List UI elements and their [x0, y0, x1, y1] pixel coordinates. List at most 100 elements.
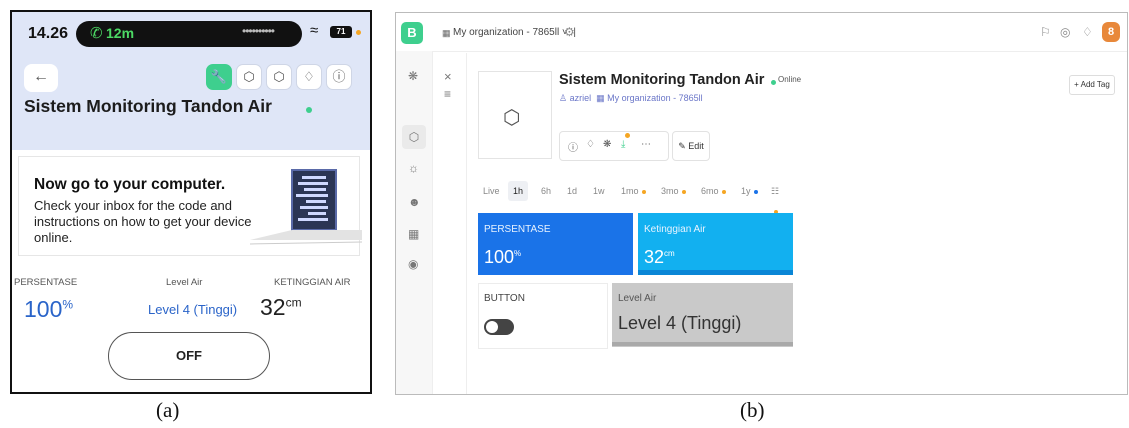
caption-a: (a) — [156, 398, 180, 422]
online-status-dot — [306, 107, 312, 113]
battery-icon: 71 — [330, 26, 352, 38]
range-1w[interactable]: 1w — [588, 181, 610, 201]
range-label: 1w — [593, 186, 605, 196]
ketinggian-unit: cm — [285, 295, 302, 310]
location-icon[interactable]: ◉ — [408, 257, 418, 271]
level-label: Level Air — [166, 277, 203, 288]
range-1h[interactable]: 1h — [508, 181, 529, 201]
bell-icon[interactable]: ♢ — [586, 139, 595, 150]
more-icon[interactable]: ⋯ — [641, 139, 651, 150]
automation-icon[interactable]: ❋ — [603, 139, 611, 150]
automation-icon[interactable]: ❋ — [408, 69, 418, 83]
ketinggian-widget-label: Ketinggian Air — [644, 224, 706, 235]
ketinggian-number: 32 — [260, 294, 286, 320]
ketinggian-widget-number: 32 — [644, 247, 665, 267]
range-1mo[interactable]: 1mo — [616, 181, 651, 201]
range-label: 6h — [541, 186, 552, 196]
back-button[interactable]: ← — [24, 64, 58, 92]
range-1y[interactable]: 1y — [736, 181, 763, 201]
close-icon[interactable]: × — [444, 69, 452, 84]
info-icon[interactable]: ⓘ — [568, 139, 578, 154]
ketinggian-widget-unit: cm — [664, 249, 675, 258]
level-widget-label: Level Air — [618, 293, 657, 304]
owner-org: My organization - 7865ll — [607, 93, 703, 103]
blynk-logo[interactable]: B — [401, 22, 423, 44]
download-icon[interactable]: ⤓ — [621, 139, 625, 150]
persentase-widget-unit: % — [514, 249, 522, 258]
range-dot — [641, 189, 646, 194]
devices-icon[interactable]: ⬡ — [402, 125, 426, 149]
ketinggian-label: KETINGGIAN AIR — [274, 277, 351, 288]
gear-icon[interactable]: ⚙ — [564, 25, 575, 39]
sidebar-rail — [396, 51, 433, 394]
level-widget-strip — [612, 342, 793, 346]
persentase-value: 100% — [24, 296, 73, 323]
range-dot — [721, 189, 726, 194]
bell-icon[interactable]: ♢ — [296, 64, 322, 90]
online-status: Online — [778, 75, 802, 84]
range-3mo[interactable]: 3mo — [656, 181, 691, 201]
notification-dot — [625, 133, 630, 138]
sun-icon[interactable]: ☼ — [408, 161, 419, 175]
info-icon[interactable]: ⓘ — [326, 64, 352, 90]
add-tag-button[interactable]: + Add Tag — [1069, 75, 1115, 95]
switch-knob[interactable] — [486, 321, 498, 333]
menu-icon[interactable]: ≡ — [444, 87, 451, 101]
level-widget-value: Level 4 (Tinggi) — [618, 313, 742, 333]
call-duration: 12m — [106, 25, 135, 41]
cube-outline-icon[interactable]: ⬡ — [266, 64, 292, 90]
building-icon: ▦ — [442, 28, 451, 38]
persentase-widget-value: 100% — [484, 247, 521, 268]
announcement-icon[interactable]: ⚐ — [1040, 25, 1051, 39]
range-label: 1d — [567, 186, 578, 196]
range-6h[interactable]: 6h — [536, 181, 556, 201]
off-button[interactable]: OFF — [108, 332, 270, 380]
button-widget-label: BUTTON — [484, 293, 525, 304]
custom-range-icon: ☷ — [771, 186, 780, 196]
edit-label: Edit — [688, 141, 704, 151]
edit-button[interactable]: ✎ Edit — [672, 131, 710, 161]
cube-icon[interactable]: ⬡ — [236, 64, 262, 90]
range-label: 6mo — [701, 186, 719, 196]
organization-icon[interactable]: ▦ — [408, 227, 419, 241]
cube-icon: ⬡ — [503, 107, 521, 129]
panel-divider — [466, 53, 467, 394]
range-label: 3mo — [661, 186, 679, 196]
card-body: Check your inbox for the code and instru… — [34, 198, 252, 245]
persentase-widget-label: PERSENTASE — [484, 224, 551, 235]
owner-name: azriel — [569, 93, 592, 103]
org-selector[interactable]: My organization - 7865ll ˅ | — [453, 27, 576, 38]
time-range-selector: Live 1h 6h 1d 1w 1mo 3mo 6mo 1y ☷ — [478, 181, 788, 214]
range-label: 1mo — [621, 186, 639, 196]
org-name: My organization - 7865ll — [453, 27, 560, 38]
range-6mo[interactable]: 6mo — [696, 181, 731, 201]
add-tag-label: Add Tag — [1080, 80, 1110, 89]
avatar[interactable]: 8 — [1102, 22, 1120, 42]
range-label: Live — [483, 186, 500, 196]
ketinggian-widget-value: 32cm — [644, 247, 675, 268]
device-owner[interactable]: ♙ azriel ▦ My organization - 7865ll — [559, 93, 703, 104]
notification-icon[interactable]: ♢ — [1082, 25, 1093, 39]
ketinggian-value: 32cm — [260, 294, 302, 321]
laptop-illustration — [250, 169, 362, 245]
wrench-icon[interactable]: 🔧 — [206, 64, 232, 90]
online-status-dot — [771, 80, 776, 85]
help-icon[interactable]: ◎ — [1060, 25, 1070, 39]
mic-indicator-dot — [356, 30, 361, 35]
audio-wave-icon: •••••••••• — [242, 24, 275, 38]
users-icon[interactable]: ☻ — [408, 195, 421, 209]
wifi-icon: ≈ — [310, 22, 319, 39]
persentase-unit: % — [62, 297, 74, 312]
range-custom[interactable]: ☷ — [766, 181, 788, 214]
persentase-number: 100 — [24, 296, 63, 322]
status-time: 14.26 — [28, 25, 69, 42]
range-dot — [681, 189, 686, 194]
device-title: Sistem Monitoring Tandon Air — [559, 72, 765, 88]
ketinggian-widget-strip — [638, 270, 793, 275]
range-1d[interactable]: 1d — [562, 181, 582, 201]
card-title: Now go to your computer. — [34, 176, 226, 193]
range-Live[interactable]: Live — [478, 181, 505, 201]
persentase-label: PERSENTASE — [14, 277, 78, 288]
device-title: Sistem Monitoring Tandon Air — [24, 96, 272, 116]
range-dot — [753, 189, 758, 194]
